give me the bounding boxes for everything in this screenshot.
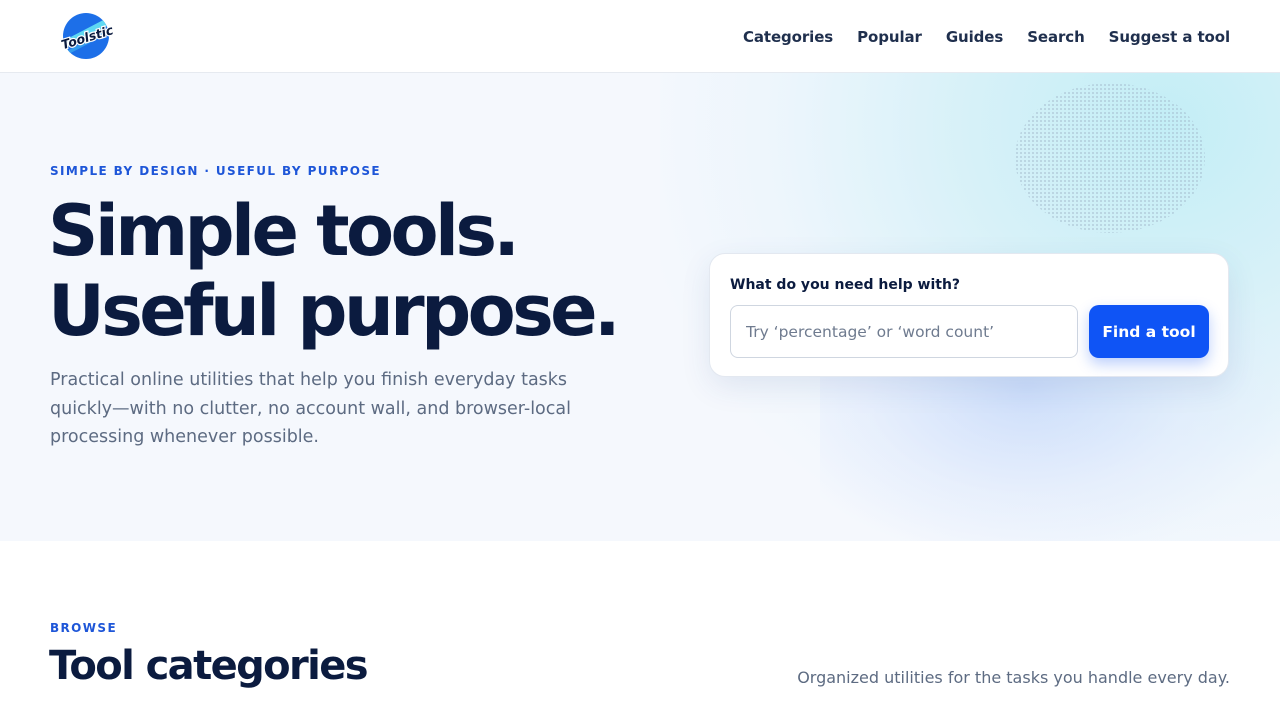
nav-link-guides[interactable]: Guides [946, 28, 1003, 46]
tool-categories-section: BROWSE Tool categories Organized utiliti… [0, 541, 1280, 720]
nav-link-categories[interactable]: Categories [743, 28, 833, 46]
find-a-tool-button[interactable]: Find a tool [1089, 305, 1209, 358]
nav-link-popular[interactable]: Popular [857, 28, 922, 46]
hero-eyebrow: SIMPLE BY DESIGN · USEFUL BY PURPOSE [50, 164, 382, 178]
section-eyebrow: BROWSE [50, 621, 118, 635]
toolstic-logo-icon[interactable]: Toolstic [58, 11, 117, 61]
search-label: What do you need help with? [730, 277, 961, 293]
hero-section: SIMPLE BY DESIGN · USEFUL BY PURPOSE Sim… [0, 73, 1280, 541]
hero-subtitle: Practical online utilities that help you… [50, 370, 571, 447]
hero-title-line-1: Simple tools. [48, 190, 520, 272]
dotted-pattern-decoration [1015, 83, 1205, 233]
search-card: What do you need help with? Find a tool [709, 253, 1229, 377]
main-nav: Categories Popular Guides Search Suggest… [743, 0, 1230, 73]
section-title: Tool categories [49, 643, 369, 689]
nav-link-search[interactable]: Search [1027, 28, 1085, 46]
site-header: Toolstic Categories Popular Guides Searc… [0, 0, 1280, 73]
search-input[interactable] [730, 305, 1078, 358]
hero-title: Simple tools. Useful purpose. [48, 191, 688, 351]
section-description: Organized utilities for the tasks you ha… [797, 668, 1230, 687]
hero-title-line-2: Useful purpose. [48, 270, 621, 352]
nav-link-suggest-a-tool[interactable]: Suggest a tool [1109, 28, 1230, 46]
